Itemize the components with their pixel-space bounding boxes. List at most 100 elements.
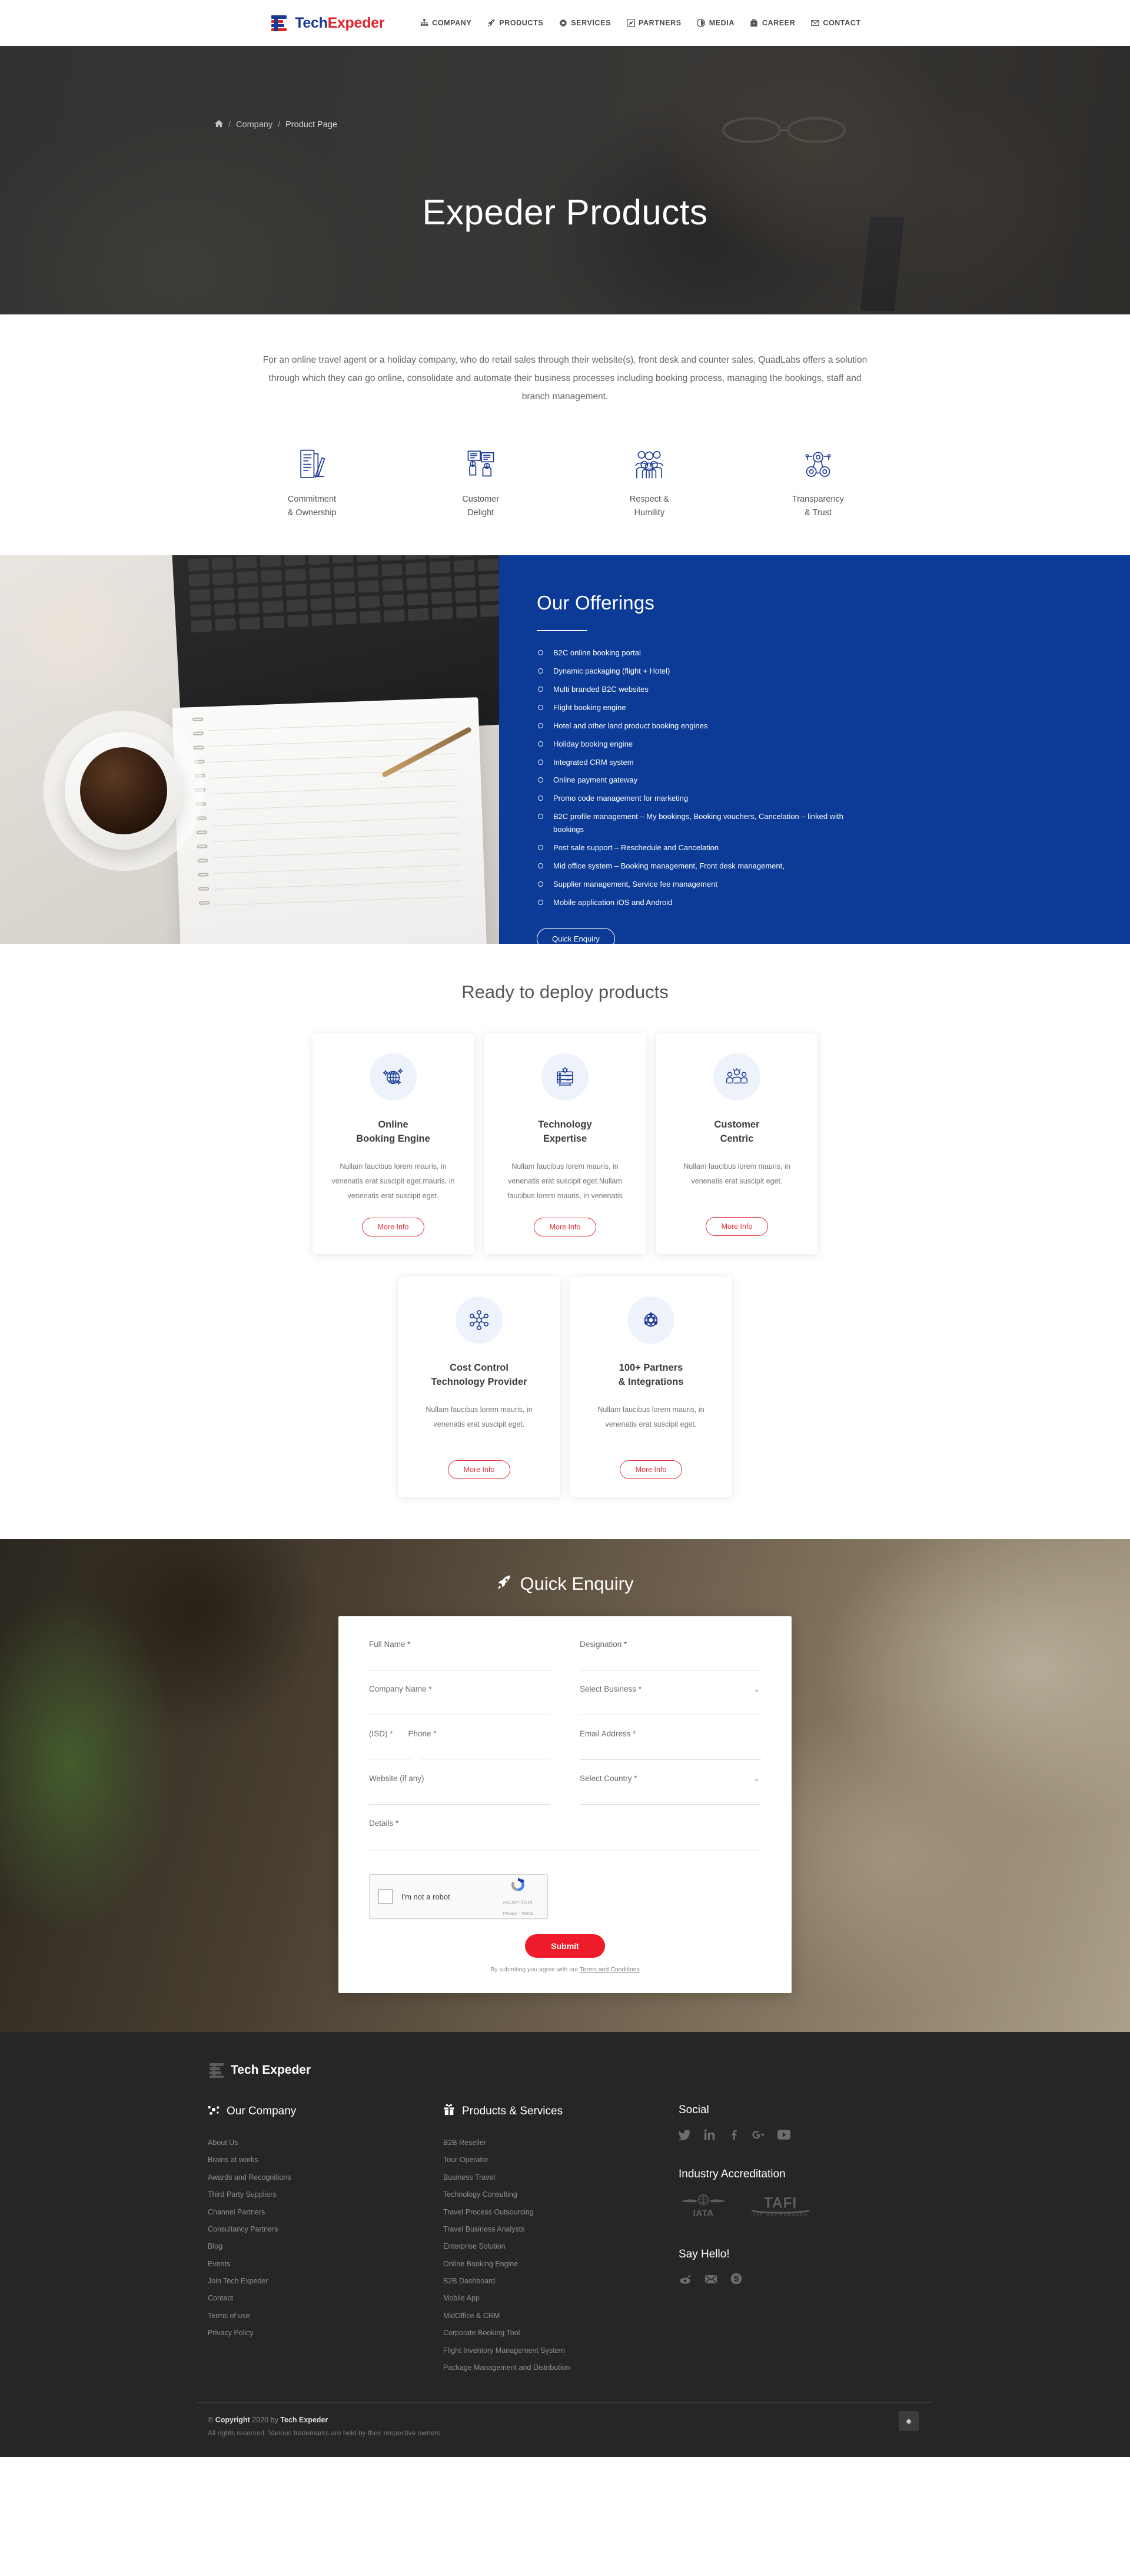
details-textarea[interactable] [369, 1836, 761, 1852]
gear-icon [559, 19, 567, 28]
phone-input[interactable] [420, 1746, 550, 1760]
more-info-button[interactable]: More Info [447, 1460, 511, 1480]
footer-heading-products: Products & Services [443, 2104, 679, 2119]
nav-item-services[interactable]: SERVICES [559, 19, 611, 28]
value-label-line1: Customer [462, 495, 500, 504]
chevron-down-icon[interactable]: ⌄ [753, 1774, 760, 1783]
product-card[interactable]: Customer Centric Nullam faucibus lorem m… [656, 1033, 817, 1255]
email-icon[interactable] [704, 2273, 717, 2287]
field-website: Website (if any) [369, 1774, 550, 1805]
footer-link[interactable]: Online Booking Engine [443, 2256, 679, 2273]
footer-link[interactable]: Contact [208, 2290, 443, 2307]
footer-link[interactable]: Terms of use [208, 2308, 443, 2325]
footer-link[interactable]: Package Management and Distribution [443, 2359, 679, 2376]
home-icon[interactable] [215, 120, 223, 130]
footer-link[interactable]: Enterprise Solution [443, 2238, 679, 2255]
facebook-icon[interactable] [728, 2129, 739, 2140]
site-header: TechExpeder COMPANY PRODUCTS SERVICES PA… [0, 0, 1130, 46]
offering-item: Mid office system – Booking management, … [537, 860, 866, 873]
youtube-icon[interactable] [777, 2130, 790, 2140]
footer-link[interactable]: Mobile App [443, 2290, 679, 2307]
footer-link[interactable]: Travel Process Outsourcing [443, 2204, 679, 2221]
breadcrumb-link-company[interactable]: Company [236, 120, 272, 130]
recaptcha-legal[interactable]: Privacy - Terms [503, 1911, 533, 1916]
recaptcha-widget[interactable]: I'm not a robot reCAPTCHA Privacy - Term… [369, 1874, 548, 1919]
footer-link[interactable]: Privacy Policy [208, 2325, 443, 2342]
nav-item-partners[interactable]: PARTNERS [626, 19, 682, 28]
enquiry-title: Quick Enquiry [520, 1573, 634, 1594]
isd-input[interactable] [369, 1746, 411, 1760]
footer-link[interactable]: B2B Reseller [443, 2134, 679, 2151]
nav-item-contact[interactable]: CONTACT [810, 19, 860, 28]
footer-link[interactable]: Brains at works [208, 2151, 443, 2169]
footer-link[interactable]: Business Travel [443, 2169, 679, 2186]
footer-link[interactable]: Corporate Booking Tool [443, 2325, 679, 2342]
scroll-to-top-button[interactable] [899, 2411, 919, 2432]
phone-icon[interactable] [679, 2273, 692, 2287]
footer-link[interactable]: Awards and Recognitions [208, 2169, 443, 2186]
more-info-button[interactable]: More Info [619, 1460, 683, 1480]
chevron-down-icon[interactable]: ⌄ [753, 1685, 760, 1694]
footer-link[interactable]: B2B Dashboard [443, 2273, 679, 2290]
footer-link[interactable]: Technology Consulting [443, 2186, 679, 2203]
website-input[interactable] [369, 1792, 550, 1805]
designation-input[interactable] [580, 1657, 761, 1671]
coffee-cup-graphic [65, 732, 182, 850]
nav-item-label: CAREER [762, 19, 796, 27]
site-logo[interactable]: TechExpeder [269, 13, 384, 33]
offering-item: Multi branded B2C websites [537, 683, 866, 696]
copyright-year: 2020 [252, 2416, 269, 2425]
more-info-button[interactable]: More Info [705, 1217, 769, 1236]
product-card[interactable]: Technology Expertise Nullam faucibus lor… [484, 1033, 646, 1255]
company-name-input[interactable] [369, 1702, 550, 1716]
footer-link[interactable]: Third Party Suppliers [208, 2186, 443, 2203]
full-name-input[interactable] [369, 1657, 550, 1671]
footer-link[interactable]: MidOffice & CRM [443, 2308, 679, 2325]
nav-item-company[interactable]: COMPANY [420, 19, 471, 28]
footer-link[interactable]: Flight Inventory Management System [443, 2342, 679, 2359]
footer-link[interactable]: About Us [208, 2134, 443, 2151]
footer-heading-text: Social [679, 2104, 709, 2117]
terms-note: By submiting you agree with our Terms an… [369, 1966, 761, 1973]
network-nodes-icon [759, 439, 877, 481]
contact-icons-row [679, 2273, 933, 2287]
more-info-button[interactable]: More Info [533, 1218, 597, 1237]
field-full-name: Full Name * [369, 1640, 550, 1671]
product-card[interactable]: Online Booking Engine Nullam faucibus lo… [313, 1033, 474, 1255]
footer-link[interactable]: Tour Operator [443, 2151, 679, 2169]
select-business-input[interactable] [580, 1702, 761, 1716]
footer-link[interactable]: Join Tech Expeder [208, 2273, 443, 2290]
footer-link[interactable]: Travel Business Analysts [443, 2221, 679, 2238]
submit-button[interactable]: Submit [525, 1934, 605, 1958]
skype-icon[interactable] [730, 2273, 742, 2287]
nav-item-career[interactable]: CAREER [750, 19, 795, 28]
email-input[interactable] [580, 1747, 761, 1761]
footer-link[interactable]: Consultancy Partners [208, 2221, 443, 2238]
linkedin-icon[interactable] [704, 2129, 715, 2140]
field-label: Select Business * [580, 1685, 642, 1694]
more-info-button[interactable]: More Info [361, 1218, 425, 1237]
footer-link[interactable]: Channel Partners [208, 2204, 443, 2221]
google-plus-icon[interactable] [752, 2129, 765, 2141]
offerings-title: Our Offerings [537, 592, 655, 614]
recaptcha-checkbox[interactable] [378, 1889, 393, 1905]
recaptcha-brand: reCAPTCHA [503, 1899, 533, 1905]
nav-item-label: COMPANY [432, 19, 472, 27]
nav-item-products[interactable]: PRODUCTS [487, 19, 543, 28]
select-country-input[interactable] [580, 1792, 761, 1805]
footer-link[interactable]: Events [208, 2256, 443, 2273]
footer-logo[interactable]: Tech Expeder [208, 2061, 933, 2079]
quick-enquiry-button[interactable]: Quick Enquiry [537, 927, 615, 950]
terms-link[interactable]: Terms and Conditions [580, 1966, 640, 1973]
twitter-icon[interactable] [679, 2129, 691, 2141]
footer-column-social: Social Industry Accreditation IATA TAFI … [679, 2104, 933, 2376]
offerings-list: B2C online booking portal Dynamic packag… [537, 647, 1130, 909]
product-card[interactable]: 100+ Partners & Integrations Nullam fauc… [570, 1277, 732, 1497]
copyright-bar: © Copyright 2020 by Tech Expeder All rig… [197, 2403, 933, 2457]
phone-label: Phone * [408, 1729, 437, 1739]
intro-paragraph: For an online travel agent or a holiday … [262, 355, 868, 402]
product-card[interactable]: Cost Control Technology Provider Nullam … [398, 1277, 560, 1497]
nav-item-media[interactable]: MEDIA [697, 19, 734, 28]
field-label: Details * [369, 1819, 399, 1828]
footer-link[interactable]: Blog [208, 2238, 443, 2255]
